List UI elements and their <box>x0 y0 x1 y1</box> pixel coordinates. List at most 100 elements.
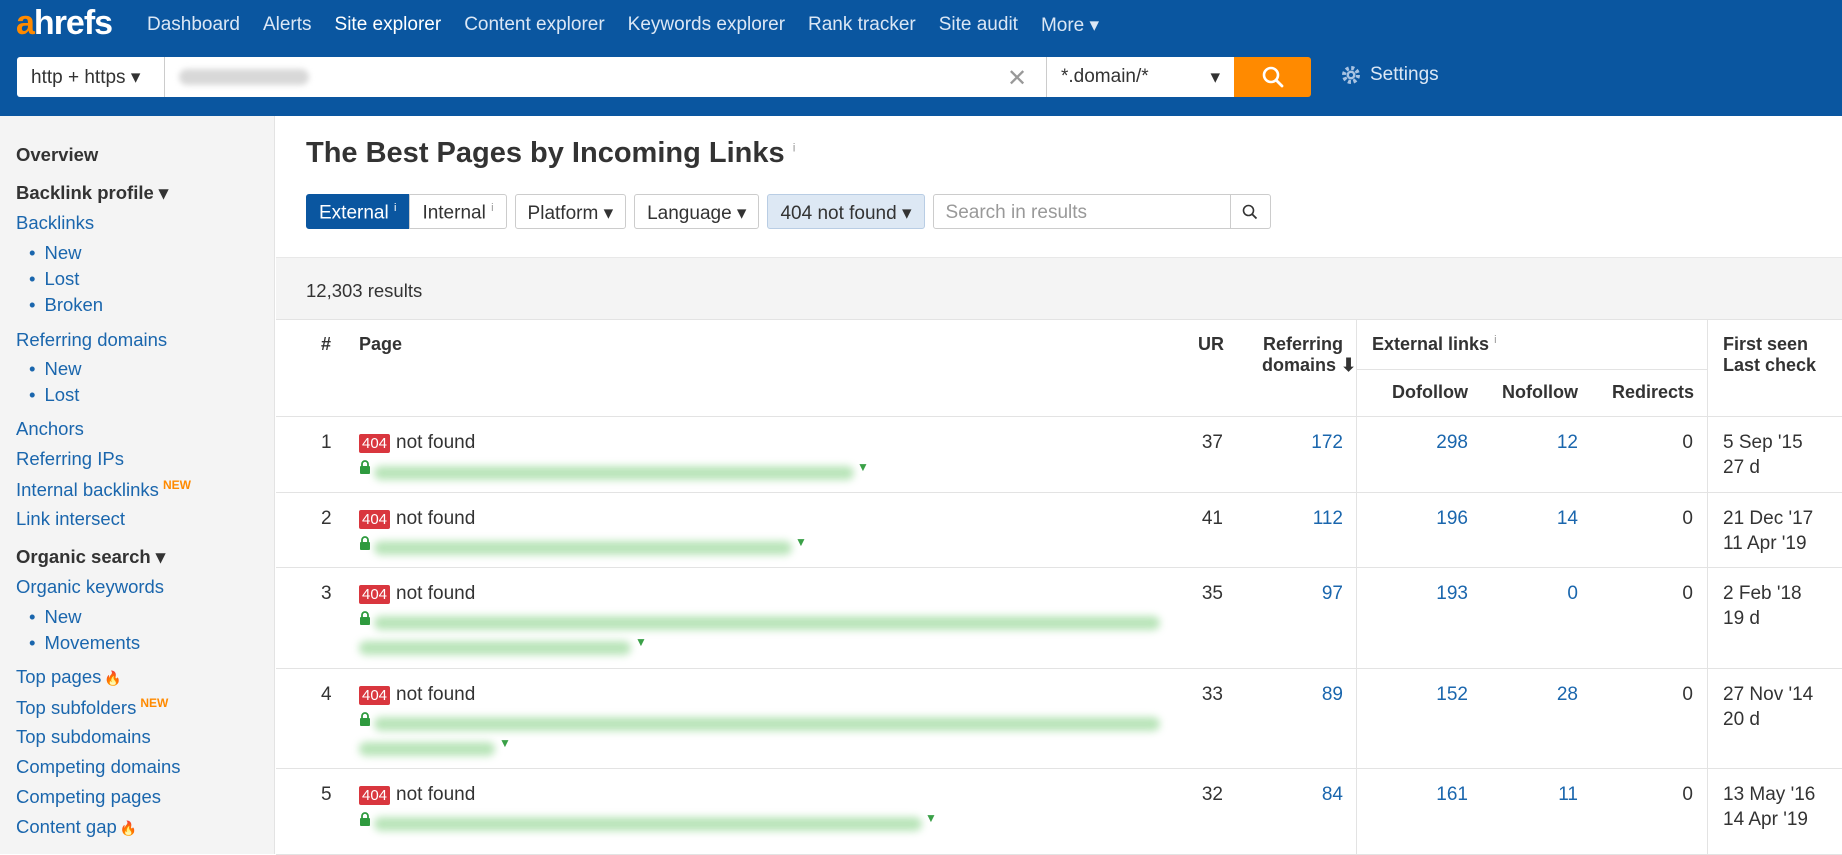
sidebar-competing-domains[interactable]: Competing domains <box>16 756 181 778</box>
new-badge: NEW <box>162 478 191 492</box>
page-status: 404 not found <box>359 432 475 454</box>
sidebar-organic-search[interactable]: Organic search ▾ <box>16 546 165 568</box>
col-num: # <box>321 334 332 354</box>
status-404-badge: 404 <box>359 585 391 604</box>
platform-dropdown[interactable]: Platform ▾ <box>514 194 627 229</box>
tab-external[interactable]: External i <box>306 194 410 229</box>
url-options-caret-icon[interactable]: ▼ <box>925 811 937 825</box>
sidebar-backlinks-lost[interactable]: • Lost <box>29 268 79 290</box>
nofollow-value[interactable]: 28 <box>1490 684 1578 706</box>
last-check-value: 20 d <box>1723 709 1760 730</box>
search-results-button[interactable] <box>1230 194 1271 229</box>
settings-label: Settings <box>1370 64 1439 85</box>
language-dropdown[interactable]: Language ▾ <box>634 194 760 229</box>
blurred-page-url[interactable] <box>374 616 1160 630</box>
url-options-caret-icon[interactable]: ▼ <box>635 635 647 649</box>
sidebar-content-gap[interactable]: Content gap 🔥 <box>16 816 137 838</box>
nav-alerts[interactable]: Alerts <box>263 14 312 37</box>
fire-icon: 🔥 <box>104 670 122 686</box>
results-count: 12,303 results <box>306 280 423 301</box>
sidebar-overview[interactable]: Overview <box>16 144 98 166</box>
blurred-page-url[interactable] <box>374 541 792 555</box>
first-seen-value: 2 Feb '18 <box>1723 583 1802 604</box>
url-options-caret-icon[interactable]: ▼ <box>499 736 511 750</box>
info-icon: i <box>491 202 494 214</box>
col-referring-domains[interactable]: Referring domains ⬇ <box>1262 334 1356 376</box>
nofollow-value[interactable]: 0 <box>1490 583 1578 605</box>
col-ur[interactable]: UR <box>1198 334 1224 355</box>
sidebar-internal-backlinks[interactable]: Internal backlinks NEW <box>16 478 191 501</box>
referring-domains-value[interactable]: 89 <box>1262 684 1343 706</box>
referring-domains-value[interactable]: 97 <box>1262 583 1343 605</box>
blurred-page-url[interactable] <box>374 817 922 831</box>
lock-icon <box>359 611 371 625</box>
search-button[interactable] <box>1234 57 1311 97</box>
settings-button[interactable]: Settings <box>1340 64 1439 86</box>
col-nofollow[interactable]: Nofollow <box>1502 382 1578 403</box>
sidebar-referring-ips[interactable]: Referring IPs <box>16 448 124 470</box>
search-results-input[interactable]: Search in results <box>932 194 1231 229</box>
dofollow-value[interactable]: 152 <box>1380 684 1468 706</box>
sidebar-rd-lost[interactable]: • Lost <box>29 384 79 406</box>
status-404-badge: 404 <box>359 786 391 805</box>
redirects-value: 0 <box>1682 432 1693 453</box>
blurred-page-url[interactable] <box>359 641 631 655</box>
protocol-select[interactable]: http + https ▾ <box>17 57 165 97</box>
nofollow-value[interactable]: 11 <box>1490 784 1578 806</box>
tab-internal[interactable]: Internal i <box>409 194 507 229</box>
sidebar-rd-new[interactable]: • New <box>29 358 82 380</box>
status-404-badge: 404 <box>359 434 391 453</box>
http-status-dropdown[interactable]: 404 not found ▾ <box>767 194 925 229</box>
dofollow-value[interactable]: 193 <box>1380 583 1468 605</box>
ahrefs-logo[interactable]: ahrefs <box>16 4 113 43</box>
mode-select-label: *.domain/* <box>1061 66 1149 87</box>
blurred-page-url[interactable] <box>359 742 495 756</box>
blurred-target-url <box>179 69 309 85</box>
nofollow-value[interactable]: 14 <box>1490 508 1578 530</box>
nav-site-audit[interactable]: Site audit <box>939 14 1018 37</box>
nav-site-explorer[interactable]: Site explorer <box>335 14 442 37</box>
info-icon[interactable]: i <box>793 140 796 154</box>
clear-icon[interactable]: ✕ <box>1007 64 1027 93</box>
url-options-caret-icon[interactable]: ▼ <box>795 535 807 549</box>
sidebar-competing-pages[interactable]: Competing pages <box>16 786 161 808</box>
url-options-caret-icon[interactable]: ▼ <box>857 460 869 474</box>
referring-domains-value[interactable]: 172 <box>1262 432 1343 454</box>
sidebar-link-intersect[interactable]: Link intersect <box>16 508 125 530</box>
top-bar: ahrefs Dashboard Alerts Site explorer Co… <box>0 0 1842 116</box>
referring-domains-value[interactable]: 112 <box>1262 508 1343 530</box>
mode-select[interactable]: *.domain/* ▾ <box>1046 57 1234 97</box>
sidebar-referring-domains[interactable]: Referring domains <box>16 329 167 351</box>
col-redirects[interactable]: Redirects <box>1612 382 1694 403</box>
nav-content-explorer[interactable]: Content explorer <box>464 14 604 37</box>
sidebar-backlinks-new[interactable]: • New <box>29 242 82 264</box>
sidebar-organic-keywords[interactable]: Organic keywords <box>16 576 164 598</box>
nav-rank-tracker[interactable]: Rank tracker <box>808 14 916 37</box>
dofollow-value[interactable]: 298 <box>1380 432 1468 454</box>
sidebar-top-pages[interactable]: Top pages 🔥 <box>16 666 122 688</box>
nav-dashboard[interactable]: Dashboard <box>147 14 240 37</box>
info-icon[interactable]: i <box>1494 334 1496 346</box>
col-first-seen-last-check[interactable]: First seen Last check <box>1723 334 1816 376</box>
nav-more-dropdown[interactable]: More ▾ <box>1041 14 1099 37</box>
sidebar-top-subfolders[interactable]: Top subfolders NEW <box>16 696 168 719</box>
blurred-page-url[interactable] <box>374 466 854 480</box>
sidebar-backlinks[interactable]: Backlinks <box>16 212 94 234</box>
sidebar-ok-new[interactable]: • New <box>29 606 82 628</box>
col-dofollow[interactable]: Dofollow <box>1392 382 1468 403</box>
dofollow-value[interactable]: 161 <box>1380 784 1468 806</box>
sidebar-top-subdomains[interactable]: Top subdomains <box>16 726 151 748</box>
col-page[interactable]: Page <box>359 334 402 355</box>
nav-keywords-explorer[interactable]: Keywords explorer <box>628 14 785 37</box>
nofollow-value[interactable]: 12 <box>1490 432 1578 454</box>
dofollow-value[interactable]: 196 <box>1380 508 1468 530</box>
sidebar-backlink-profile[interactable]: Backlink profile ▾ <box>16 182 168 204</box>
sidebar-anchors[interactable]: Anchors <box>16 418 84 440</box>
blurred-page-url[interactable] <box>374 717 1160 731</box>
page-status: 404 not found <box>359 784 475 806</box>
last-check-value: 19 d <box>1723 608 1760 629</box>
row-divider <box>276 768 1842 769</box>
sidebar-backlinks-broken[interactable]: • Broken <box>29 294 103 316</box>
sidebar-ok-movements[interactable]: • Movements <box>29 632 140 654</box>
referring-domains-value[interactable]: 84 <box>1262 784 1343 806</box>
